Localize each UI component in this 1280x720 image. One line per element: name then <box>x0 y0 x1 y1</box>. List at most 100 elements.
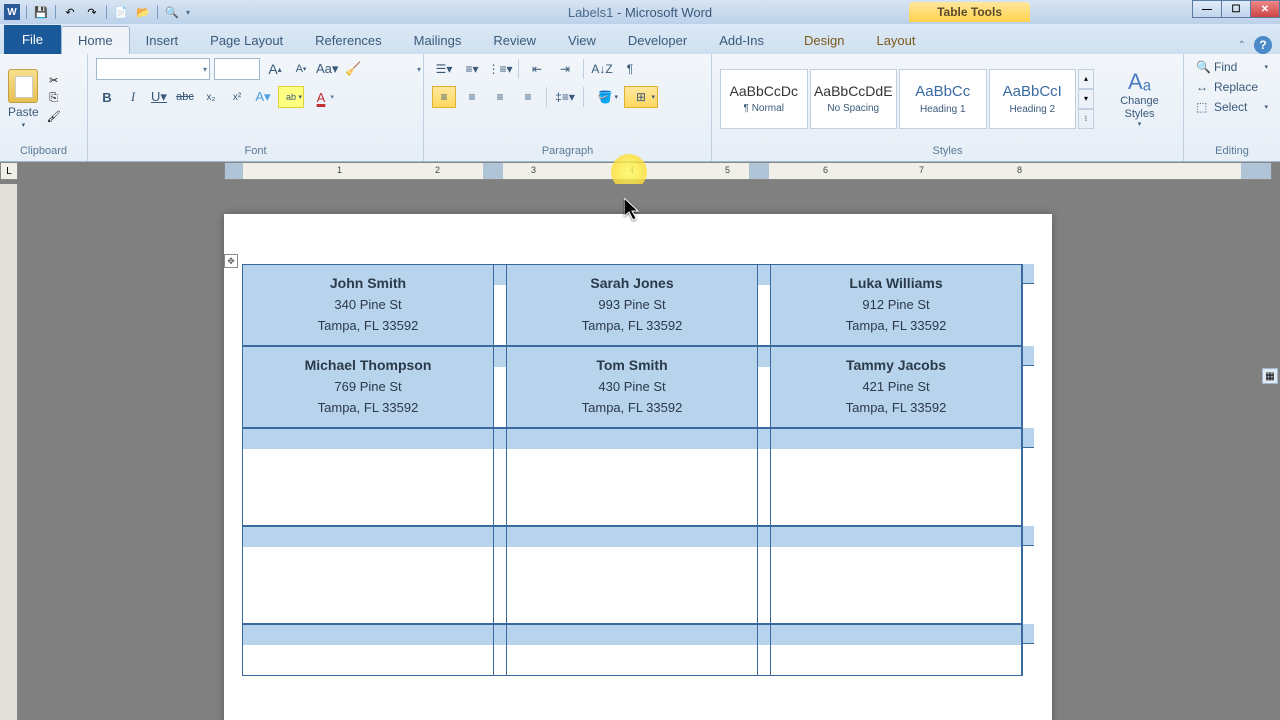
page[interactable]: ✥ John Smith 340 Pine St Tampa, FL 33592… <box>224 214 1052 720</box>
label-cell[interactable]: Michael Thompson 769 Pine St Tampa, FL 3… <box>242 346 494 428</box>
tab-design[interactable]: Design <box>788 27 860 54</box>
label-cell[interactable]: Tom Smith 430 Pine St Tampa, FL 33592 <box>506 346 758 428</box>
close-button[interactable]: ✕ <box>1250 0 1280 18</box>
group-paragraph: ☰▾ ≡▾ ⋮≡▾ ⇤ ⇥ A↓Z ¶ ≡ ≡ ≡ ≡ ‡≡▾ 🪣 ⊞ <box>424 54 712 161</box>
titlebar: W 💾 ↶ ↷ 📄 📂 🔍 ▾ Labels1 - Microsoft Word… <box>0 0 1280 24</box>
bold-button[interactable]: B <box>96 86 118 108</box>
strikethrough-button[interactable]: abc <box>174 86 196 108</box>
label-cell[interactable] <box>242 526 494 624</box>
document-area: ✥ John Smith 340 Pine St Tampa, FL 33592… <box>0 184 1280 720</box>
qat-dropdown-icon[interactable]: ▾ <box>186 8 194 17</box>
group-font: ▾ ▾ A▴ A▾ Aa▾ 🧹 B I U▾ abc x₂ x² A▾ ab A <box>88 54 424 161</box>
group-editing: 🔍 Find▾ ↔ Replace ⬚ Select▾ Editing <box>1184 54 1280 161</box>
decrease-indent-icon[interactable]: ⇤ <box>525 58 549 80</box>
line-spacing-icon[interactable]: ‡≡▾ <box>553 86 577 108</box>
new-icon[interactable]: 📄 <box>113 4 129 20</box>
tab-references[interactable]: References <box>299 27 397 54</box>
tab-insert[interactable]: Insert <box>130 27 195 54</box>
label-cell[interactable]: Sarah Jones 993 Pine St Tampa, FL 33592 <box>506 264 758 346</box>
shading-button[interactable]: 🪣 <box>590 86 620 108</box>
tab-developer[interactable]: Developer <box>612 27 703 54</box>
ruler-toggle-icon[interactable]: ▦ <box>1262 368 1278 384</box>
label-cell[interactable]: Luka Williams 912 Pine St Tampa, FL 3359… <box>770 264 1022 346</box>
label-cell[interactable] <box>242 428 494 526</box>
label-cell[interactable] <box>770 428 1022 526</box>
tab-addins[interactable]: Add-Ins <box>703 27 780 54</box>
style-heading-1[interactable]: AaBbCc Heading 1 <box>899 69 987 129</box>
tab-home[interactable]: Home <box>61 26 130 54</box>
table-row: John Smith 340 Pine St Tampa, FL 33592 S… <box>242 264 1034 346</box>
label-cell[interactable] <box>242 624 494 676</box>
label-cell[interactable]: John Smith 340 Pine St Tampa, FL 33592 <box>242 264 494 346</box>
increase-indent-icon[interactable]: ⇥ <box>553 58 577 80</box>
styles-scroll-up-icon[interactable]: ▴ <box>1078 69 1094 89</box>
sort-icon[interactable]: A↓Z <box>590 58 614 80</box>
change-case-icon[interactable]: Aa▾ <box>316 58 338 80</box>
show-marks-icon[interactable]: ¶ <box>618 58 642 80</box>
window-controls: — ☐ ✕ <box>1193 0 1280 18</box>
table-move-handle[interactable]: ✥ <box>224 254 238 268</box>
align-left-button[interactable]: ≡ <box>432 86 456 108</box>
highlight-button[interactable]: ab <box>278 86 304 108</box>
select-icon: ⬚ <box>1196 100 1210 114</box>
group-label: Font <box>88 143 423 161</box>
style-no-spacing[interactable]: AaBbCcDdE No Spacing <box>810 69 898 129</box>
clear-formatting-icon[interactable]: 🧹 <box>342 58 364 80</box>
styles-scroll-down-icon[interactable]: ▾ <box>1078 89 1094 109</box>
tab-layout[interactable]: Layout <box>860 27 931 54</box>
maximize-button[interactable]: ☐ <box>1221 0 1251 18</box>
table-row <box>242 526 1034 624</box>
justify-button[interactable]: ≡ <box>516 86 540 108</box>
change-styles-button[interactable]: Aₐ Change Styles ▾ <box>1104 69 1175 127</box>
italic-button[interactable]: I <box>122 86 144 108</box>
font-name-combo[interactable]: ▾ <box>96 58 210 80</box>
text-effects-icon[interactable]: A▾ <box>252 86 274 108</box>
style-normal[interactable]: AaBbCcDc ¶ Normal <box>720 69 808 129</box>
format-painter-icon[interactable]: 🖌 <box>45 109 63 125</box>
help-icon[interactable]: ? <box>1254 36 1272 54</box>
numbering-icon[interactable]: ≡▾ <box>460 58 484 80</box>
cut-icon[interactable]: ✂ <box>45 73 63 89</box>
tab-page-layout[interactable]: Page Layout <box>194 27 299 54</box>
shrink-font-icon[interactable]: A▾ <box>290 58 312 80</box>
label-cell[interactable] <box>506 428 758 526</box>
underline-button[interactable]: U▾ <box>148 86 170 108</box>
tab-file[interactable]: File <box>4 25 61 54</box>
label-cell[interactable]: Tammy Jacobs 421 Pine St Tampa, FL 33592 <box>770 346 1022 428</box>
labels-table[interactable]: John Smith 340 Pine St Tampa, FL 33592 S… <box>242 264 1034 676</box>
borders-button[interactable]: ⊞ <box>624 86 658 108</box>
superscript-button[interactable]: x² <box>226 86 248 108</box>
copy-icon[interactable]: ⎘ <box>45 91 63 107</box>
styles-more-icon[interactable]: ⁝ <box>1078 109 1094 129</box>
font-size-combo[interactable]: ▾ <box>214 58 260 80</box>
label-cell[interactable] <box>770 526 1022 624</box>
label-cell[interactable] <box>506 526 758 624</box>
find-button[interactable]: 🔍 Find▾ <box>1192 58 1272 76</box>
open-icon[interactable]: 📂 <box>135 4 151 20</box>
tab-selector[interactable]: L <box>0 162 18 180</box>
subscript-button[interactable]: x₂ <box>200 86 222 108</box>
replace-button[interactable]: ↔ Replace <box>1192 78 1272 96</box>
save-icon[interactable]: 💾 <box>33 4 49 20</box>
label-cell[interactable] <box>770 624 1022 676</box>
preview-icon[interactable]: 🔍 <box>164 4 180 20</box>
vertical-ruler[interactable] <box>0 184 18 720</box>
grow-font-icon[interactable]: A▴ <box>264 58 286 80</box>
align-right-button[interactable]: ≡ <box>488 86 512 108</box>
label-cell[interactable] <box>506 624 758 676</box>
bullets-icon[interactable]: ☰▾ <box>432 58 456 80</box>
undo-icon[interactable]: ↶ <box>62 4 78 20</box>
minimize-button[interactable]: — <box>1192 0 1222 18</box>
align-center-button[interactable]: ≡ <box>460 86 484 108</box>
tab-review[interactable]: Review <box>477 27 552 54</box>
collapse-ribbon-icon[interactable]: ⌃ <box>1238 40 1246 51</box>
redo-icon[interactable]: ↷ <box>84 4 100 20</box>
tab-view[interactable]: View <box>552 27 612 54</box>
multilevel-icon[interactable]: ⋮≡▾ <box>488 58 512 80</box>
select-button[interactable]: ⬚ Select▾ <box>1192 98 1272 116</box>
style-heading-2[interactable]: AaBbCcI Heading 2 <box>989 69 1077 129</box>
paste-button[interactable]: Paste ▾ <box>8 69 39 129</box>
horizontal-ruler[interactable]: 1 2 3 4 5 6 7 8 <box>224 162 1272 180</box>
tab-mailings[interactable]: Mailings <box>398 27 478 54</box>
font-color-button[interactable]: A <box>308 86 334 108</box>
